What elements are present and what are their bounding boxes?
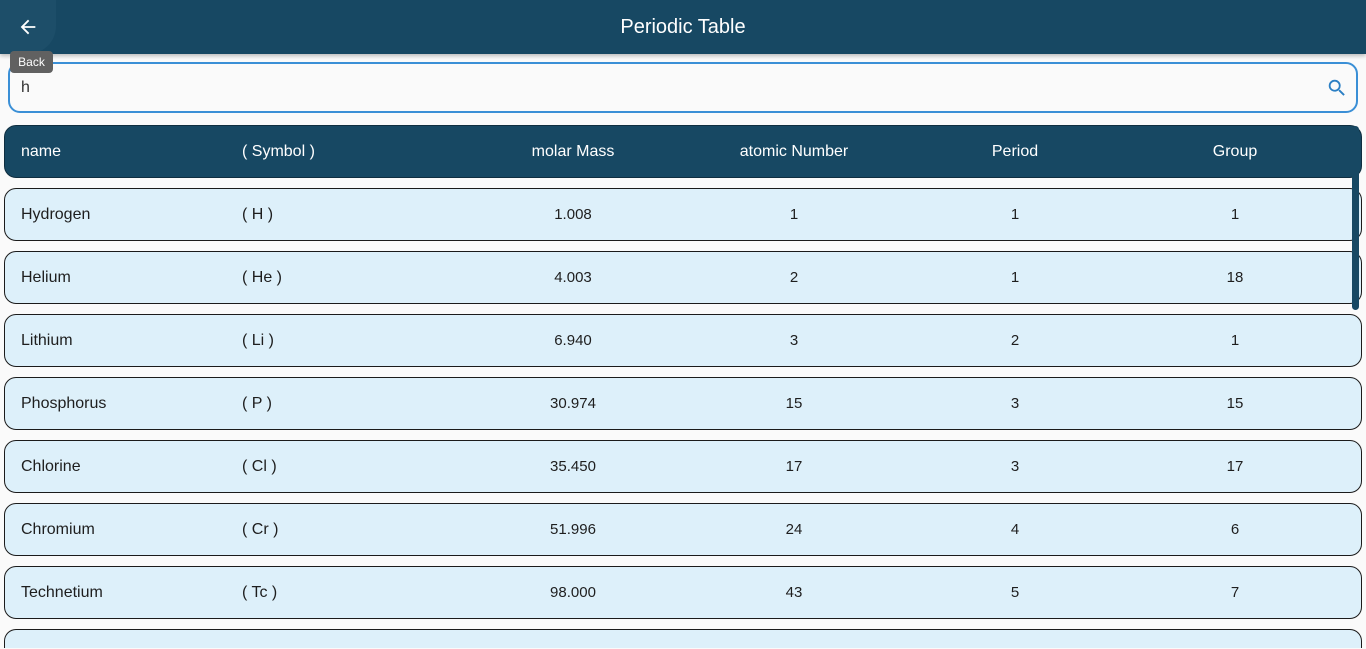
table-row[interactable]: Lithium ( Li ) 6.940 3 2 1: [4, 314, 1362, 367]
app-bar: Periodic Table: [0, 0, 1366, 54]
element-group: 1: [1230, 332, 1240, 349]
element-period: 2: [1010, 332, 1020, 349]
element-period: 3: [1010, 395, 1020, 412]
scrollbar[interactable]: [1352, 126, 1359, 310]
element-molar-mass: 30.974: [550, 395, 596, 412]
element-symbol: ( He ): [242, 269, 282, 286]
header-atomic-number[interactable]: atomic Number: [683, 126, 905, 177]
table-header-row: name ( Symbol ) molar Mass atomic Number…: [4, 125, 1362, 178]
table-row[interactable]: Phosphorus ( P ) 30.974 15 3 15: [4, 377, 1362, 430]
search-icon[interactable]: [1326, 77, 1348, 99]
element-atomic-number: 43: [785, 584, 803, 601]
table-row[interactable]: Hydrogen ( H ) 1.008 1 1 1: [4, 188, 1362, 241]
element-atomic-number: 1: [789, 206, 799, 223]
element-name: Phosphorus: [21, 395, 107, 412]
element-molar-mass: 4.003: [554, 269, 592, 286]
element-atomic-number: 17: [785, 458, 803, 475]
element-molar-mass: 1.008: [554, 206, 592, 223]
element-molar-mass: 98.000: [550, 584, 596, 601]
table-row[interactable]: Technetium ( Tc ) 98.000 43 5 7: [4, 566, 1362, 619]
table-row[interactable]: Chromium ( Cr ) 51.996 24 4 6: [4, 503, 1362, 556]
element-group: 17: [1226, 458, 1244, 475]
page-title: Periodic Table: [620, 16, 746, 38]
element-name: Helium: [21, 269, 71, 286]
element-period: 5: [1010, 584, 1020, 601]
header-molar-mass[interactable]: molar Mass: [462, 126, 684, 177]
table-row-partial[interactable]: [4, 629, 1362, 648]
search-bar: [8, 62, 1358, 113]
element-name: Hydrogen: [21, 206, 91, 223]
element-name: Chlorine: [21, 458, 81, 475]
element-symbol: ( H ): [242, 206, 274, 223]
element-symbol: ( Li ): [242, 332, 274, 349]
element-atomic-number: 3: [789, 332, 799, 349]
header-group[interactable]: Group: [1124, 126, 1346, 177]
element-symbol: ( Cr ): [242, 521, 279, 538]
element-molar-mass: 35.450: [550, 458, 596, 475]
element-symbol: ( Tc ): [242, 584, 278, 601]
header-name[interactable]: name: [21, 126, 61, 177]
element-name: Chromium: [21, 521, 95, 538]
element-atomic-number: 15: [785, 395, 803, 412]
element-name: Lithium: [21, 332, 73, 349]
element-group: 6: [1230, 521, 1240, 538]
back-tooltip: Back: [10, 51, 53, 73]
element-molar-mass: 51.996: [550, 521, 596, 538]
header-symbol[interactable]: ( Symbol ): [242, 126, 315, 177]
element-period: 4: [1010, 521, 1020, 538]
element-symbol: ( Cl ): [242, 458, 277, 475]
element-group: 1: [1230, 206, 1240, 223]
element-group: 18: [1226, 269, 1244, 286]
element-group: 7: [1230, 584, 1240, 601]
element-period: 3: [1010, 458, 1020, 475]
search-input[interactable]: [21, 64, 1311, 111]
elements-table: name ( Symbol ) molar Mass atomic Number…: [4, 125, 1362, 649]
element-name: Technetium: [21, 584, 103, 601]
table-row[interactable]: Chlorine ( Cl ) 35.450 17 3 17: [4, 440, 1362, 493]
header-period[interactable]: Period: [904, 126, 1126, 177]
element-atomic-number: 2: [789, 269, 799, 286]
element-molar-mass: 6.940: [554, 332, 592, 349]
element-period: 1: [1010, 269, 1020, 286]
table-row[interactable]: Helium ( He ) 4.003 2 1 18: [4, 251, 1362, 304]
element-symbol: ( P ): [242, 395, 272, 412]
element-atomic-number: 24: [785, 521, 803, 538]
element-period: 1: [1010, 206, 1020, 223]
element-group: 15: [1226, 395, 1244, 412]
